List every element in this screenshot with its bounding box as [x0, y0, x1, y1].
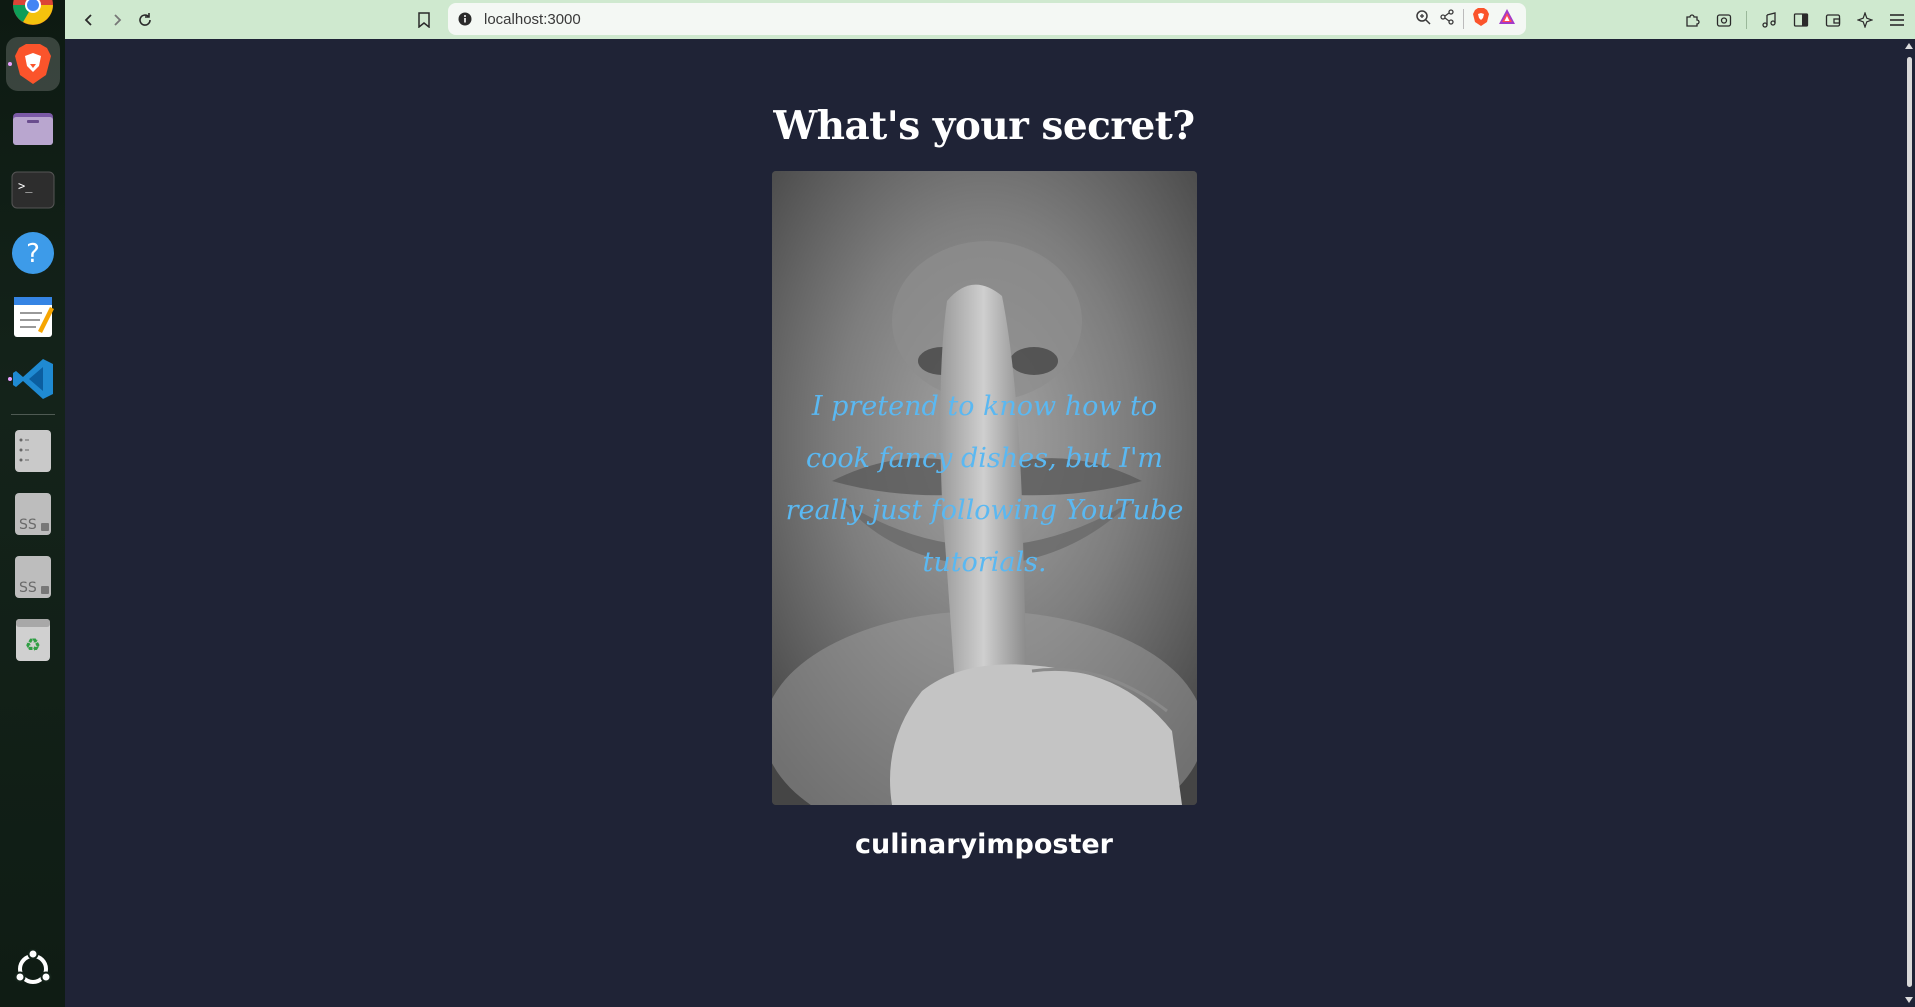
forward-button[interactable]: [103, 6, 131, 34]
secret-overlay: I pretend to know how to cook fancy dish…: [772, 171, 1197, 805]
media-button[interactable]: [1755, 6, 1783, 34]
url-text: localhost:3000: [484, 10, 581, 28]
reload-icon: [139, 12, 151, 26]
site-info-icon[interactable]: [458, 12, 472, 26]
help-icon: ?: [11, 232, 54, 274]
ubuntu-logo-icon: [14, 948, 51, 984]
disk-icon: [14, 430, 51, 472]
svg-text:?: ?: [26, 239, 40, 269]
browser-toolbar: localhost:3000: [65, 0, 1915, 39]
sidebar-icon: [1793, 12, 1809, 27]
svg-text:SS: SS: [19, 517, 37, 533]
running-indicator: [7, 62, 12, 66]
share-icon[interactable]: [1439, 9, 1455, 29]
running-indicator: [7, 377, 12, 381]
vscode-icon: [12, 359, 53, 399]
dock-disks[interactable]: [6, 424, 60, 478]
url-divider: [1463, 9, 1464, 29]
bookmark-icon: [418, 11, 430, 28]
dock-help[interactable]: ?: [6, 226, 60, 280]
screenshot-button[interactable]: [1710, 6, 1738, 34]
secret-card-image: I pretend to know how to cook fancy dish…: [772, 171, 1197, 805]
dock-chrome[interactable]: [6, 0, 60, 32]
svg-text:♻: ♻: [24, 635, 40, 656]
page-title: What's your secret?: [773, 103, 1195, 149]
music-note-icon: [1762, 11, 1776, 28]
show-apps-button[interactable]: [13, 948, 53, 993]
terminal-icon: >_: [11, 171, 54, 209]
wallet-icon: [1825, 13, 1841, 27]
scroll-thumb[interactable]: [1907, 57, 1912, 987]
menu-button[interactable]: [1883, 6, 1911, 34]
back-button[interactable]: [75, 6, 103, 34]
dock-files[interactable]: [6, 100, 60, 154]
camera-icon: [1716, 13, 1732, 27]
sparkle-icon: [1857, 11, 1873, 28]
brave-icon: [14, 44, 51, 84]
dock-ssd-2[interactable]: SS: [6, 550, 60, 604]
scroll-up-arrow-icon[interactable]: [1905, 43, 1913, 49]
leo-ai-button[interactable]: [1851, 6, 1879, 34]
zoom-icon[interactable]: [1415, 9, 1431, 29]
scroll-down-arrow-icon[interactable]: [1905, 997, 1913, 1003]
svg-text:SS: SS: [19, 580, 37, 596]
sidebar-button[interactable]: [1787, 6, 1815, 34]
dock-vscode[interactable]: [6, 352, 60, 406]
wallet-button[interactable]: [1819, 6, 1847, 34]
extensions-button[interactable]: [1678, 6, 1706, 34]
ubuntu-dock: >_ ? SS SS ♻: [0, 0, 65, 1007]
dock-brave[interactable]: [5, 37, 60, 91]
trash-icon: ♻: [15, 619, 50, 661]
brave-shields-icon[interactable]: [1472, 7, 1490, 31]
chevron-left-icon: [84, 13, 92, 26]
folder-icon: [12, 113, 53, 145]
drive-icon: SS: [14, 556, 51, 598]
hamburger-menu-icon: [1890, 13, 1904, 26]
brave-rewards-icon[interactable]: [1498, 8, 1516, 30]
secret-text: I pretend to know how to cook fancy dish…: [785, 391, 1184, 578]
puzzle-icon: [1686, 13, 1700, 27]
dock-terminal[interactable]: >_: [6, 163, 60, 217]
chrome-icon: [12, 0, 53, 25]
text-editor-icon: [13, 297, 54, 337]
username: culinaryimposter: [855, 829, 1113, 860]
address-bar[interactable]: localhost:3000: [448, 3, 1526, 35]
dock-separator: [10, 414, 55, 415]
chevron-right-icon: [114, 13, 122, 26]
reload-button[interactable]: [131, 6, 159, 34]
dock-text-editor[interactable]: [6, 289, 60, 343]
page-scrollbar[interactable]: [1903, 39, 1915, 1007]
toolbar-divider: [1746, 10, 1747, 29]
dock-trash[interactable]: ♻: [6, 613, 60, 667]
page-viewport: What's your secret? I pretend to know ho…: [65, 39, 1903, 1007]
bookmark-button[interactable]: [410, 6, 438, 34]
drive-icon: SS: [14, 493, 51, 535]
svg-text:>_: >_: [18, 179, 33, 193]
dock-ssd-1[interactable]: SS: [6, 487, 60, 541]
